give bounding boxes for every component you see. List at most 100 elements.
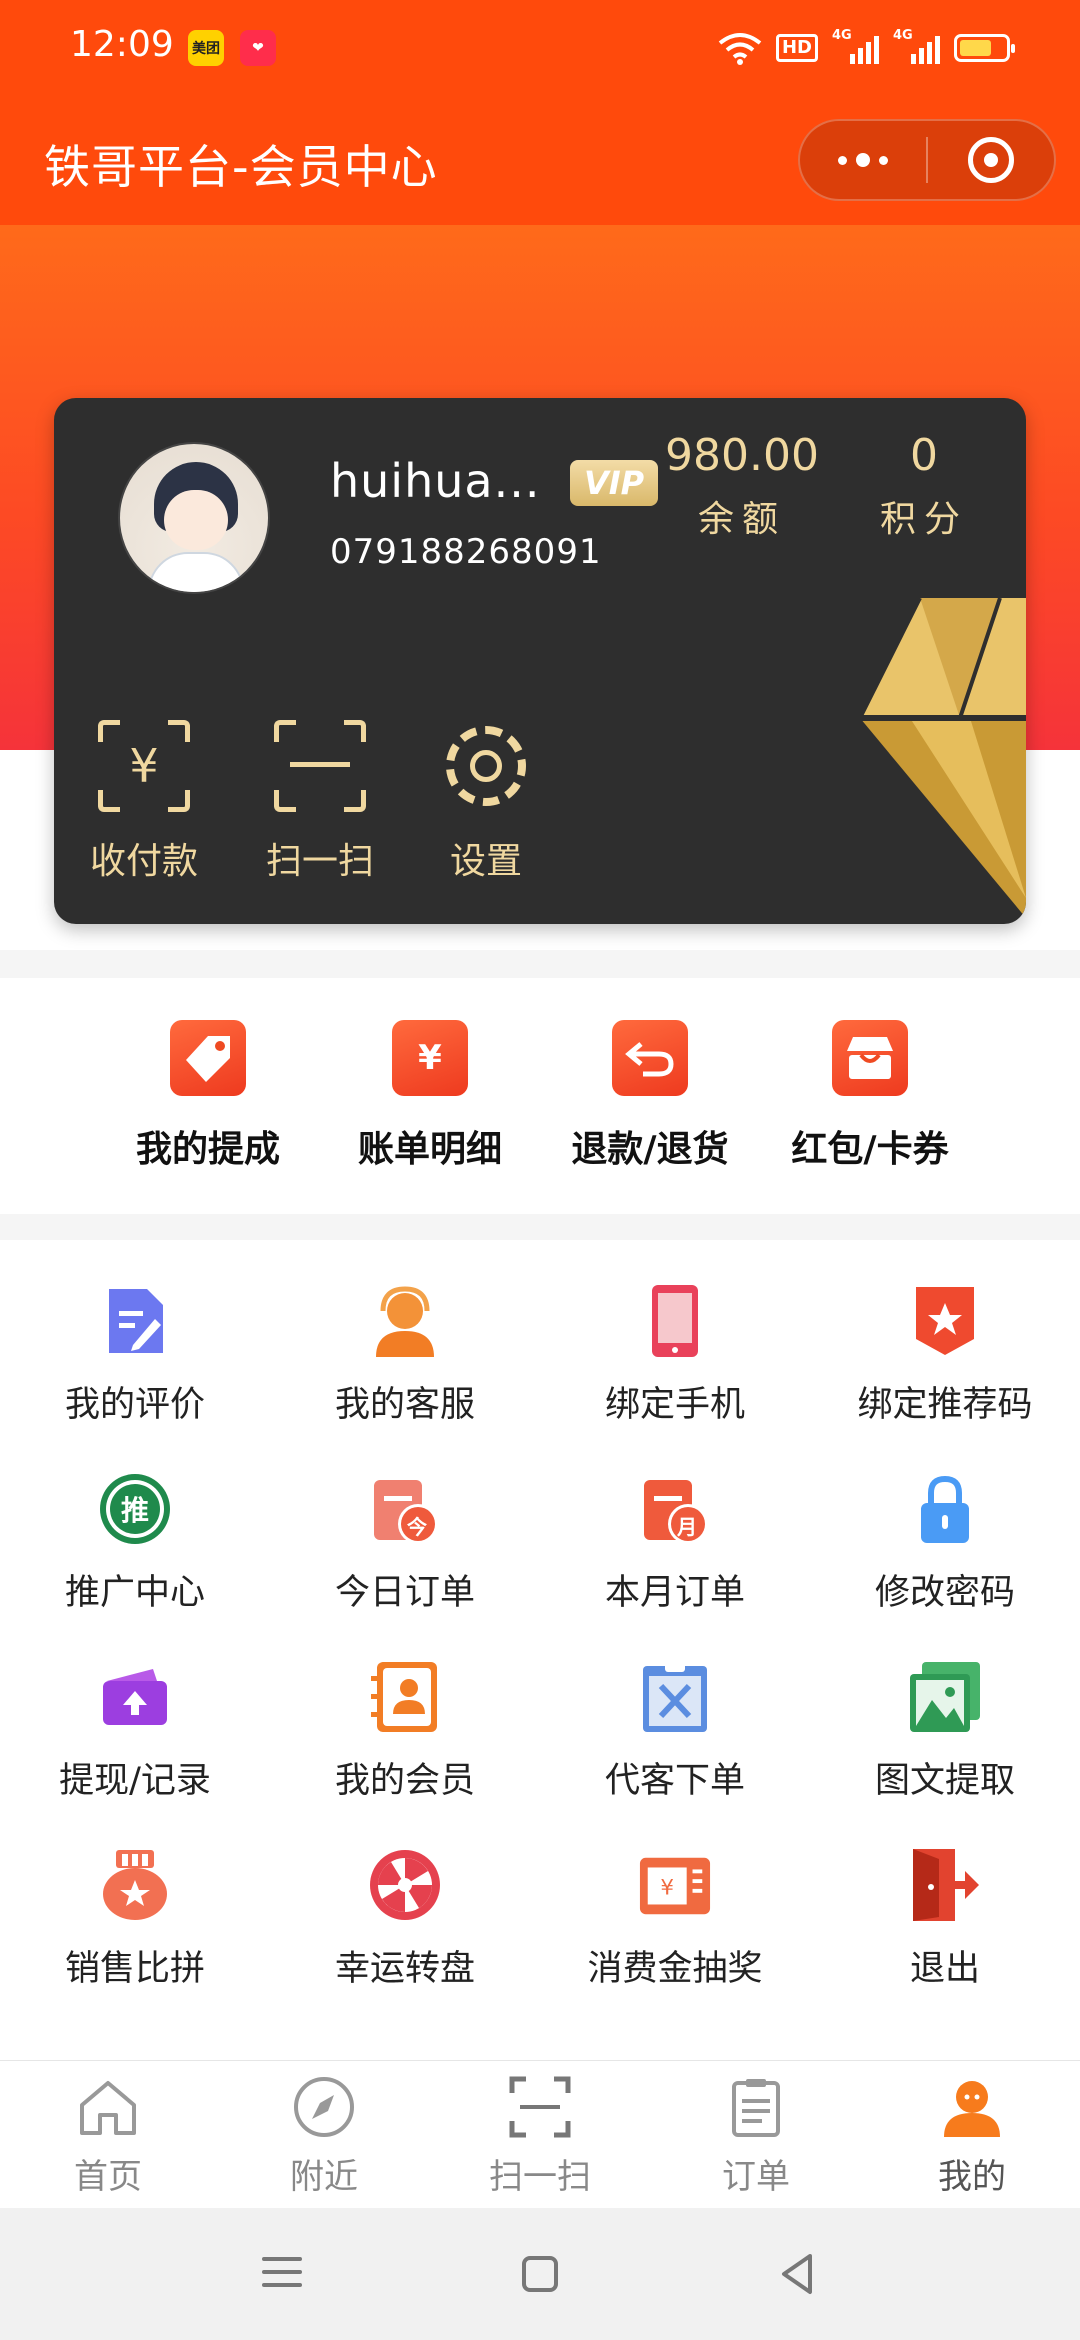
vip-badge: VIP	[570, 460, 658, 506]
menu-label: 绑定手机	[604, 1385, 745, 1425]
balance-stat[interactable]: 980.00 余额	[654, 428, 830, 542]
svg-text:¥: ¥	[660, 1876, 674, 1901]
more-button[interactable]	[800, 121, 926, 199]
scan-icon	[508, 2075, 572, 2139]
signal-icon-2: 4G	[893, 28, 940, 64]
shortcut-section: 我的提成 ¥ 账单明细 退款/退货 红包/卡券	[0, 978, 1080, 1214]
payment-button[interactable]: ¥ 收付款	[74, 720, 214, 884]
menu-bind-referral[interactable]: 绑定推荐码	[810, 1284, 1080, 1427]
payment-qr-icon: ¥	[98, 720, 190, 812]
menu-month-orders[interactable]: 月 本月订单	[540, 1472, 810, 1615]
points-value: 0	[910, 430, 938, 481]
lock-icon	[908, 1472, 982, 1546]
tab-label: 附近	[290, 2157, 358, 2197]
menu-withdraw[interactable]: 提现/记录	[0, 1660, 270, 1803]
menu-change-password[interactable]: 修改密码	[810, 1472, 1080, 1615]
hd-icon: HD	[775, 34, 818, 62]
settings-label: 设置	[449, 841, 522, 882]
member-card: huihua... VIP 079188268091 980.00 余额 0 积…	[54, 398, 1026, 924]
scan-button[interactable]: 扫一扫	[250, 720, 390, 884]
tab-label: 我的	[938, 2157, 1006, 2197]
menu-customer-service[interactable]: 我的客服	[270, 1284, 540, 1427]
month-order-icon: 月	[638, 1472, 712, 1546]
star-badge-icon	[908, 1284, 982, 1358]
settings-button[interactable]: 设置	[416, 720, 556, 884]
tab-label: 首页	[74, 2157, 142, 2197]
diamond-icon	[860, 598, 1026, 918]
tab-scan[interactable]: 扫一扫	[460, 2075, 620, 2198]
menu-lottery[interactable]: ¥ 消费金抽奖	[540, 1848, 810, 1991]
wheel-icon	[368, 1848, 442, 1922]
clipboard-tools-icon	[638, 1660, 712, 1734]
exit-icon	[908, 1848, 982, 1922]
today-order-icon: 今	[368, 1472, 442, 1546]
menu-label: 今日订单	[334, 1573, 475, 1613]
recent-apps-button[interactable]	[256, 2248, 308, 2300]
meituan-icon: 美团	[188, 30, 224, 66]
user-icon	[940, 2075, 1004, 2139]
shortcut-commission[interactable]: 我的提成	[98, 1020, 318, 1172]
home-button[interactable]	[514, 2248, 566, 2300]
menu-label: 消费金抽奖	[587, 1949, 763, 1989]
customer-service-icon	[368, 1284, 442, 1358]
menu-label: 销售比拼	[64, 1949, 205, 1989]
promote-icon: 推	[98, 1472, 172, 1546]
menu-label: 图文提取	[874, 1761, 1015, 1801]
title-bar: 铁哥平台-会员中心	[0, 95, 1080, 225]
menu-label: 推广中心	[64, 1573, 205, 1613]
shortcut-coupons[interactable]: 红包/卡券	[760, 1020, 980, 1172]
payment-label: 收付款	[89, 841, 198, 882]
tab-mine[interactable]: 我的	[892, 2075, 1052, 2198]
scan-label: 扫一扫	[265, 841, 374, 882]
shortcut-label: 红包/卡券	[791, 1129, 949, 1170]
menu-sales-contest[interactable]: 销售比拼	[0, 1848, 270, 1991]
shortcut-bill[interactable]: ¥ 账单明细	[320, 1020, 540, 1172]
menu-logout[interactable]: 退出	[810, 1848, 1080, 1991]
shortcut-label: 退款/退货	[571, 1129, 729, 1170]
back-button[interactable]	[772, 2248, 824, 2300]
miniprogram-capsule	[798, 119, 1056, 201]
shortcut-label: 我的提成	[135, 1129, 280, 1170]
tab-home[interactable]: 首页	[28, 2075, 188, 2198]
signal-icon-1: 4G	[832, 28, 879, 64]
tab-nearby[interactable]: 附近	[244, 2075, 404, 2198]
menu-promotion-center[interactable]: 推 推广中心	[0, 1472, 270, 1615]
menu-lucky-wheel[interactable]: 幸运转盘	[270, 1848, 540, 1991]
status-time: 12:09	[70, 24, 174, 65]
menu-my-reviews[interactable]: 我的评价	[0, 1284, 270, 1427]
close-target-icon	[968, 137, 1014, 183]
menu-bind-phone[interactable]: 绑定手机	[540, 1284, 810, 1427]
balance-label: 余额	[697, 499, 786, 540]
member-name: huihua...	[330, 454, 541, 508]
menu-label: 代客下单	[604, 1761, 745, 1801]
shortcut-refund[interactable]: 退款/退货	[540, 1020, 760, 1172]
tab-bar: 首页 附近 扫一扫 订单 我的	[0, 2060, 1080, 2208]
status-bar: 12:09 美团 ❤ HD 4G 4G	[0, 0, 1080, 95]
menu-order-for-customer[interactable]: 代客下单	[540, 1660, 810, 1803]
tab-label: 扫一扫	[489, 2157, 591, 2197]
page-title: 铁哥平台-会员中心	[44, 140, 438, 194]
phone-icon	[638, 1284, 712, 1358]
menu-image-extract[interactable]: 图文提取	[810, 1660, 1080, 1803]
menu-label: 我的评价	[64, 1385, 205, 1425]
home-icon	[76, 2075, 140, 2139]
app-header: 12:09 美团 ❤ HD 4G 4G 铁哥平台-会员中心	[0, 0, 1080, 225]
menu-label: 修改密码	[874, 1573, 1015, 1613]
lottery-ticket-icon: ¥	[638, 1848, 712, 1922]
month-glyph: 月	[677, 1514, 697, 1539]
review-icon	[98, 1284, 172, 1358]
status-indicators: HD 4G 4G	[718, 28, 1015, 68]
menu-today-orders[interactable]: 今 今日订单	[270, 1472, 540, 1615]
menu-my-members[interactable]: 我的会员	[270, 1660, 540, 1803]
image-icon	[908, 1660, 982, 1734]
system-nav-bar	[0, 2208, 1080, 2340]
battery-icon	[954, 34, 1015, 62]
member-card-icon	[368, 1660, 442, 1734]
close-miniprogram-button[interactable]	[928, 121, 1054, 199]
menu-label: 我的会员	[334, 1761, 475, 1801]
tab-orders[interactable]: 订单	[676, 2075, 836, 2198]
points-stat[interactable]: 0 积分	[854, 428, 994, 542]
today-glyph: 今	[407, 1514, 427, 1539]
avatar[interactable]	[118, 442, 270, 594]
tag-icon	[170, 1020, 246, 1096]
